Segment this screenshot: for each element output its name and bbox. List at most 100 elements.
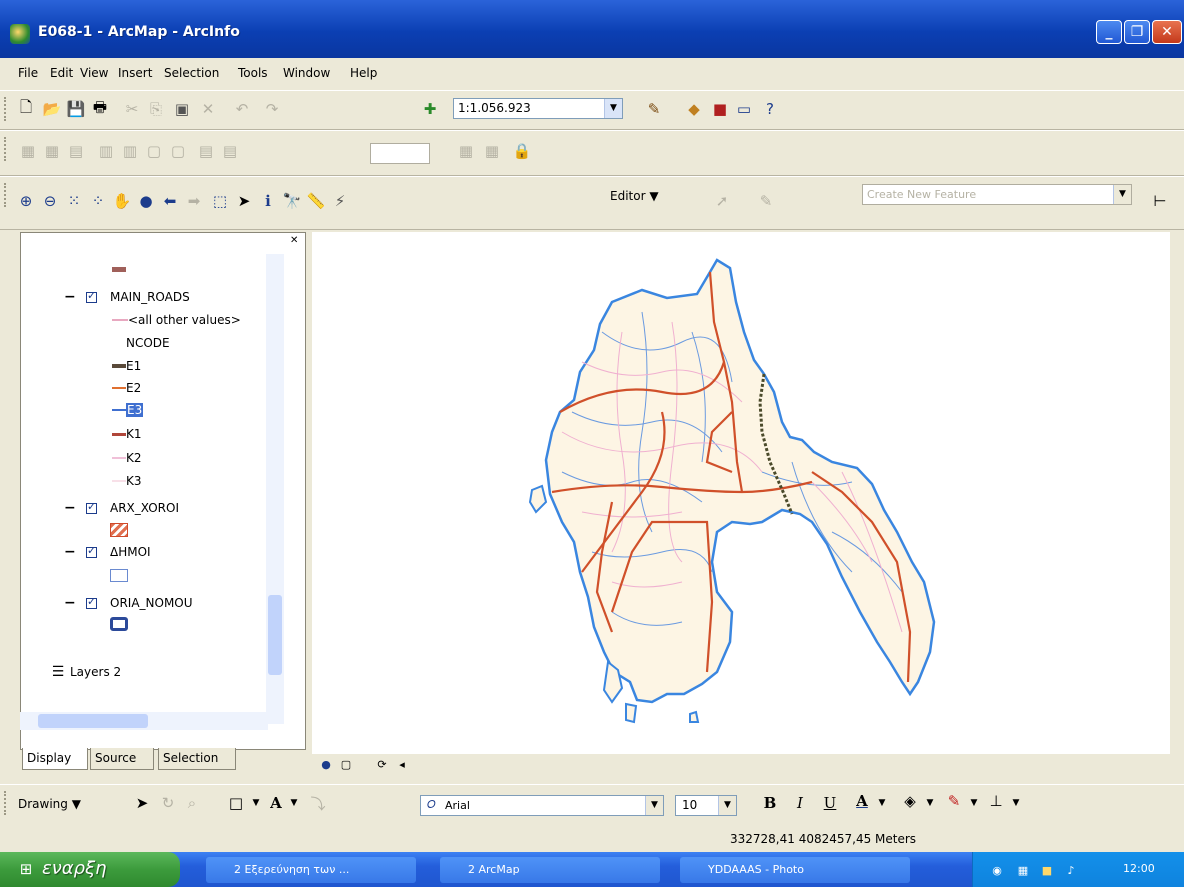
menu-insert[interactable]: Insert <box>118 66 152 80</box>
collapse-icon[interactable]: − <box>64 289 76 305</box>
chevron-down-icon[interactable]: ▼ <box>604 99 622 118</box>
arctoolbox-icon[interactable]: ■ <box>710 99 730 119</box>
layer-checkbox-main-roads[interactable] <box>86 289 97 303</box>
bold-button[interactable]: B <box>760 793 780 813</box>
menu-file[interactable]: File <box>18 66 38 80</box>
tool-icon[interactable]: ▤ <box>220 141 240 161</box>
arcmap-app-icon[interactable] <box>10 24 30 44</box>
chevron-down-icon[interactable]: ▼ <box>1113 185 1131 204</box>
chevron-down-icon[interactable]: ▼ <box>246 793 266 813</box>
menu-view[interactable]: View <box>80 66 108 80</box>
layout-view-icon[interactable]: ▢ <box>336 754 356 774</box>
language-icon[interactable]: ◉ <box>987 860 1007 880</box>
toc-hscroll-thumb[interactable] <box>38 714 148 728</box>
edit-tool-icon[interactable]: ➚ <box>712 191 732 211</box>
dataframe-layers-2[interactable]: Layers 2 <box>70 665 121 679</box>
sketch-tool-icon[interactable]: ✎ <box>756 191 776 211</box>
tool-icon[interactable]: ▦ <box>18 141 38 161</box>
chevron-down-icon[interactable]: ▼ <box>920 793 940 813</box>
undo-icon[interactable]: ↶ <box>232 99 252 119</box>
volume-icon[interactable]: ♪ <box>1061 860 1081 880</box>
tool-icon[interactable]: ▥ <box>120 141 140 161</box>
layer-checkbox-arx-xoroi[interactable] <box>86 500 97 514</box>
chevron-down-icon[interactable]: ▼ <box>284 793 304 813</box>
tool-icon[interactable]: ▦ <box>456 141 476 161</box>
tool-icon[interactable]: ▢ <box>144 141 164 161</box>
font-combo[interactable]: 𝑂 Arial ▼ <box>420 795 664 816</box>
refresh-icon[interactable]: ⟳ <box>372 754 392 774</box>
forward-arrow-icon[interactable]: ➡ <box>184 191 204 211</box>
tab-selection[interactable]: Selection <box>158 748 236 770</box>
print-icon[interactable]: 🖶 <box>90 98 110 119</box>
collapse-icon[interactable]: − <box>64 500 76 516</box>
tab-display[interactable]: Display <box>22 748 88 770</box>
toolbar-grip[interactable] <box>4 97 10 121</box>
callout-icon[interactable]: ⤵ <box>308 793 328 813</box>
editor-menu-button[interactable]: Editor ▼ <box>610 189 659 203</box>
disabled-combo[interactable] <box>370 143 430 164</box>
close-icon[interactable]: ✕ <box>290 235 298 246</box>
tool-icon[interactable]: ▦ <box>42 141 62 161</box>
drawing-menu-button[interactable]: Drawing ▼ <box>18 797 81 811</box>
copy-icon[interactable]: ⎘ <box>146 99 166 119</box>
menu-selection[interactable]: Selection <box>164 66 219 80</box>
fixed-zoom-out-icon[interactable]: ⁘ <box>88 191 108 211</box>
menu-tools[interactable]: Tools <box>238 66 268 80</box>
save-icon[interactable]: 💾 <box>66 99 86 119</box>
layer-name-main-roads[interactable]: MAIN_ROADS <box>110 290 190 304</box>
layer-name-dimoi[interactable]: ΔΗΜΟΙ <box>110 545 151 559</box>
zoom-in-icon[interactable]: ⊕ <box>16 191 36 211</box>
open-folder-icon[interactable]: 📂 <box>42 99 62 119</box>
menu-window[interactable]: Window <box>283 66 330 80</box>
select-features-icon[interactable]: ⬚ <box>210 191 230 211</box>
title-bar[interactable]: E068-1 - ArcMap - ArcInfo _ ❐ ✕ <box>0 0 1184 58</box>
hyperlink-lightning-icon[interactable]: ⚡ <box>330 191 350 211</box>
tool-icon[interactable]: ▦ <box>482 141 502 161</box>
tool-icon[interactable]: ▥ <box>96 141 116 161</box>
chevron-down-icon[interactable]: ▼ <box>964 793 984 813</box>
layer-name-arx-xoroi[interactable]: ARX_XOROI <box>110 501 179 515</box>
editor-toolbar-icon[interactable]: ✎ <box>644 99 664 119</box>
split-tool-icon[interactable]: ⊢ <box>1150 191 1170 211</box>
paste-icon[interactable]: ▣ <box>172 99 192 119</box>
arccatalog-icon[interactable]: ◆ <box>684 99 704 119</box>
maximize-button[interactable]: ❐ <box>1124 20 1150 44</box>
toolbar-grip[interactable] <box>4 137 10 161</box>
taskbar-button-explorer[interactable]: 2 Εξερεύνηση των ... <box>206 857 416 883</box>
map-scale-combo[interactable]: 1:1.056.923 ▼ <box>453 98 623 119</box>
back-arrow-icon[interactable]: ⬅ <box>160 191 180 211</box>
pan-hand-icon[interactable]: ✋ <box>112 191 132 211</box>
rectangle-icon[interactable]: □ <box>226 793 246 813</box>
chevron-down-icon[interactable]: ▼ <box>645 796 663 815</box>
zoom-to-selected-icon[interactable]: ⌕ <box>182 793 202 813</box>
tool-icon[interactable]: ▤ <box>196 141 216 161</box>
whats-this-help-icon[interactable]: ? <box>760 99 780 119</box>
legend-label-selected[interactable]: E3 <box>126 403 144 417</box>
fixed-zoom-in-icon[interactable]: ⁙ <box>64 191 84 211</box>
italic-button[interactable]: I <box>790 793 810 813</box>
identify-icon[interactable]: ℹ <box>258 191 278 211</box>
chevron-down-icon[interactable]: ▼ <box>718 796 736 815</box>
lock-icon[interactable]: 🔒 <box>512 141 532 161</box>
select-arrow-icon[interactable]: ➤ <box>132 793 152 813</box>
taskbar-button-arcmap[interactable]: 2 ArcMap <box>440 857 660 883</box>
fill-color-icon[interactable]: ◈ <box>900 791 920 811</box>
delete-icon[interactable]: ✕ <box>198 99 218 119</box>
redo-icon[interactable]: ↷ <box>262 99 282 119</box>
toc-scroll-thumb[interactable] <box>268 595 282 675</box>
line-color-icon[interactable]: ✎ <box>944 791 964 811</box>
cut-icon[interactable]: ✂ <box>122 99 142 119</box>
font-color-icon[interactable]: A <box>852 791 872 811</box>
pause-icon[interactable]: ◂ <box>392 754 412 774</box>
editor-task-combo[interactable]: Create New Feature ▼ <box>862 184 1132 205</box>
select-elements-arrow-icon[interactable]: ➤ <box>234 191 254 211</box>
collapse-icon[interactable]: − <box>64 544 76 560</box>
map-canvas[interactable] <box>312 232 1170 754</box>
toolbar-grip[interactable] <box>4 791 10 815</box>
clock[interactable]: 12:00 <box>1123 862 1155 875</box>
rotate-icon[interactable]: ↻ <box>158 793 178 813</box>
close-button[interactable]: ✕ <box>1152 20 1182 44</box>
tab-source[interactable]: Source <box>90 748 154 770</box>
chevron-down-icon[interactable]: ▼ <box>1006 793 1026 813</box>
underline-button[interactable]: U <box>820 793 840 813</box>
